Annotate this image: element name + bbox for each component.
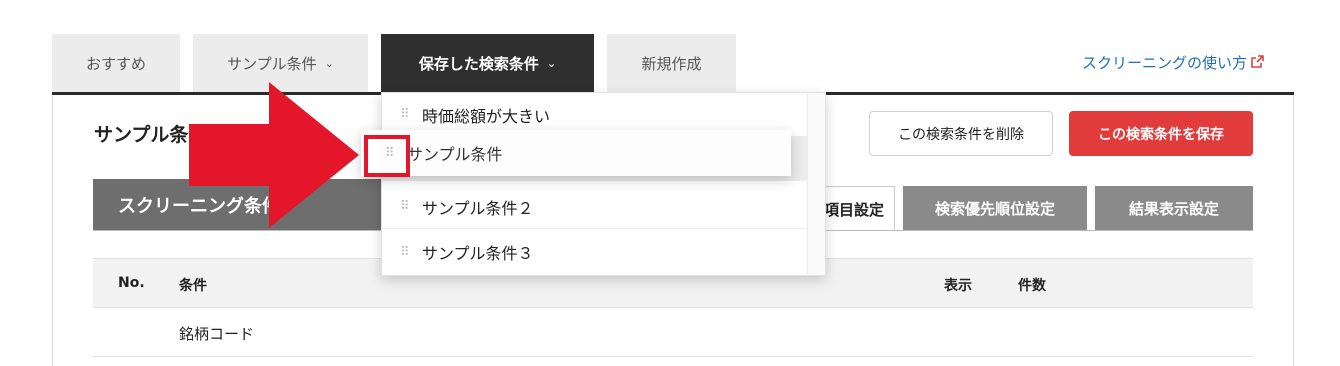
dragging-item-label: サンプル条件 [407, 145, 503, 164]
dragging-item[interactable]: ⠿ サンプル条件 [361, 130, 791, 176]
row-condition: 銘柄コード [179, 325, 255, 343]
tab-label: おすすめ [85, 54, 146, 73]
external-link-icon [1251, 55, 1264, 72]
tab-label: サンプル条件 [227, 54, 317, 73]
dropdown-item-label: 時価総額が大きい [422, 106, 551, 126]
delete-condition-button[interactable]: この検索条件を削除 [869, 111, 1053, 156]
save-condition-button[interactable]: この検索条件を保存 [1069, 111, 1253, 156]
chevron-down-icon: ⌄ [324, 56, 334, 70]
help-link-label: スクリーニングの使い方 [1082, 54, 1248, 72]
table-row[interactable]: 銘柄コード [93, 308, 1253, 357]
tab-saved-conditions[interactable]: 保存した検索条件 ⌄ [381, 34, 594, 92]
dropdown-item-label: サンプル条件２ [422, 198, 534, 218]
chevron-down-icon: ⌄ [546, 56, 557, 70]
column-header-display: 表示 [944, 278, 972, 294]
saved-conditions-dropdown: ⠿ 時価総額が大きい ⠿ サンプル条件２ ⠿ サンプル条件３ [381, 92, 826, 276]
scrollbar[interactable] [807, 93, 825, 275]
drag-handle-icon[interactable]: ⠿ [400, 200, 410, 213]
tab-new[interactable]: 新規作成 [607, 34, 736, 92]
annotation-highlight-box [364, 135, 410, 177]
drag-handle-icon[interactable]: ⠿ [400, 108, 410, 121]
drag-handle-icon[interactable]: ⠿ [400, 246, 410, 259]
help-link[interactable]: スクリーニングの使い方 [1082, 52, 1264, 73]
annotation-arrow-icon [189, 82, 359, 228]
column-header-count: 件数 [1018, 278, 1046, 294]
tab-recommend[interactable]: おすすめ [52, 34, 180, 92]
column-header-no: No. [118, 275, 145, 291]
tab-label: 保存した検索条件 [418, 54, 539, 73]
dropdown-item[interactable]: ⠿ サンプル条件２ [382, 185, 808, 229]
tab-result-display-settings[interactable]: 結果表示設定 [1095, 186, 1253, 231]
column-header-condition: 条件 [179, 278, 207, 294]
tab-priority-settings[interactable]: 検索優先順位設定 [903, 186, 1087, 231]
dropdown-item-label: サンプル条件３ [422, 244, 534, 263]
tab-label: 新規作成 [641, 54, 702, 73]
dropdown-item[interactable]: ⠿ サンプル条件３ [382, 230, 808, 274]
